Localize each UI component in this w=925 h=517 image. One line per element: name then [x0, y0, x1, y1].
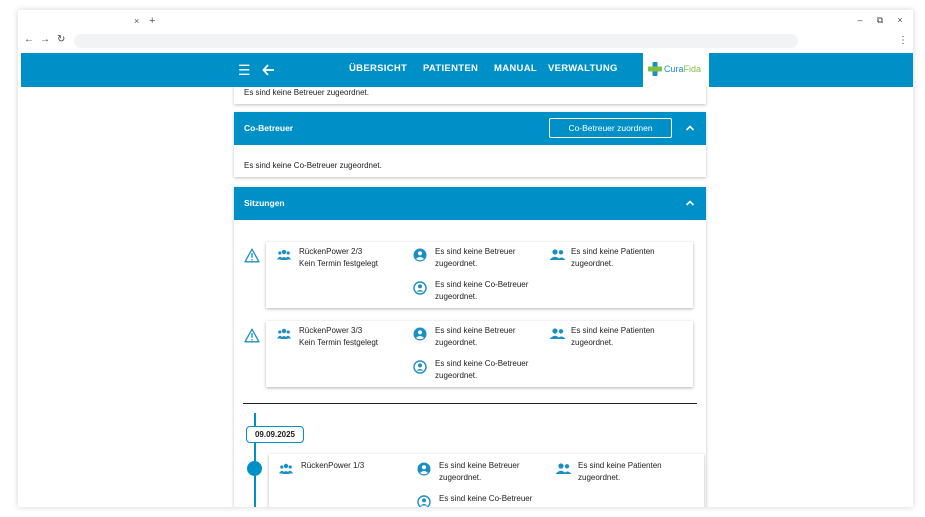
warning-icon: [244, 248, 260, 263]
betreuer-person-icon: [417, 462, 431, 476]
patients-icon: [555, 463, 572, 474]
browser-window: × + – ⧉ × ← → ↻ ⋮ ☰ ÜBERSICHT PATIENTEN …: [18, 10, 913, 507]
betreuer-text: Es sind keine Betreuer: [439, 461, 520, 470]
main-content: Es sind keine Betreuer zugeordnet. Co-Be…: [18, 87, 913, 507]
logo-text: CuraFida: [664, 64, 702, 74]
session-name: RückenPower 1/3: [301, 461, 365, 470]
url-bar[interactable]: [74, 34, 798, 48]
cobetreuer-card-title: Co-Betreuer: [244, 123, 294, 133]
back-arrow-icon[interactable]: [262, 63, 276, 77]
cobetreuer-text: Es sind keine Co-Betreuer: [435, 359, 529, 368]
nav-uebersicht[interactable]: ÜBERSICHT: [349, 63, 407, 74]
curafida-logo[interactable]: CuraFida: [643, 53, 709, 87]
cobetreuer-person-icon: [413, 360, 427, 374]
minimize-icon[interactable]: –: [854, 15, 866, 25]
session-name: RückenPower 2/3: [299, 247, 363, 256]
cobetreuer-person-icon: [417, 495, 431, 507]
betreuer-person-icon: [413, 327, 427, 341]
cobetreuer-person-icon: [413, 281, 427, 295]
hamburger-menu-icon[interactable]: ☰: [238, 61, 251, 79]
session-card[interactable]: RückenPower 3/3 Kein Termin festgelegt E…: [266, 321, 693, 387]
group-icon: [279, 463, 293, 474]
sitzungen-card-header[interactable]: Sitzungen: [234, 187, 706, 220]
browser-menu-icon[interactable]: ⋮: [898, 35, 908, 46]
timeline-date-badge: 09.09.2025: [246, 426, 304, 443]
tab-close-icon[interactable]: ×: [134, 16, 139, 26]
group-icon: [277, 328, 291, 339]
betreuer-text: Es sind keine Betreuer: [435, 326, 516, 335]
warning-icon: [244, 328, 260, 343]
nav-manual[interactable]: MANUAL: [494, 63, 537, 74]
betreuer-person-icon: [413, 248, 427, 262]
betreuer-card: Es sind keine Betreuer zugeordnet.: [234, 87, 706, 104]
patienten-text: zugeordnet.: [571, 338, 614, 347]
session-termin: Kein Termin festgelegt: [299, 259, 379, 268]
patienten-text: zugeordnet.: [578, 473, 621, 482]
cobetreuer-text: Es sind keine Co-Betreuer: [435, 280, 529, 289]
betreuer-text: zugeordnet.: [435, 338, 478, 347]
back-icon[interactable]: ←: [24, 34, 34, 45]
nav-patienten[interactable]: PATIENTEN: [423, 63, 478, 74]
cobetreuer-card-header[interactable]: Co-Betreuer Co-Betreuer zuordnen: [234, 112, 706, 145]
assign-cobetreuer-button[interactable]: Co-Betreuer zuordnen: [549, 118, 672, 138]
patienten-text: zugeordnet.: [571, 259, 614, 268]
betreuer-text: zugeordnet.: [435, 259, 478, 268]
session-termin: Kein Termin festgelegt: [299, 338, 379, 347]
betreuer-text: Es sind keine Betreuer: [435, 247, 516, 256]
cobetreuer-text: zugeordnet.: [435, 371, 478, 380]
patienten-text: Es sind keine Patienten: [578, 461, 662, 470]
reload-icon[interactable]: ↻: [57, 34, 65, 45]
new-tab-icon[interactable]: +: [149, 15, 155, 27]
cobetreuer-empty-text: Es sind keine Co-Betreuer zugeordnet.: [244, 161, 382, 170]
app-header: ☰ ÜBERSICHT PATIENTEN MANUAL VERWALTUNG …: [21, 53, 913, 87]
sitzungen-card-title: Sitzungen: [244, 198, 285, 208]
patienten-text: Es sind keine Patienten: [571, 326, 655, 335]
nav-verwaltung[interactable]: VERWALTUNG: [548, 63, 618, 74]
session-card[interactable]: RückenPower 2/3 Kein Termin festgelegt E…: [266, 242, 693, 308]
betreuer-text: zugeordnet.: [439, 473, 482, 482]
group-icon: [277, 249, 291, 260]
cobetreuer-card: Co-Betreuer Co-Betreuer zuordnen Es sind…: [234, 112, 706, 177]
betreuer-empty-text: Es sind keine Betreuer zugeordnet.: [244, 88, 369, 97]
patienten-text: Es sind keine Patienten: [571, 247, 655, 256]
restore-icon[interactable]: ⧉: [874, 15, 886, 26]
cobetreuer-text: Es sind keine Co-Betreuer: [439, 494, 533, 503]
browser-tab-strip: × + – ⧉ ×: [18, 10, 913, 32]
patients-icon: [549, 249, 566, 260]
window-close-icon[interactable]: ×: [894, 15, 906, 25]
session-card[interactable]: RückenPower 1/3 Es sind keine Betreuer z…: [269, 454, 704, 507]
section-divider: [243, 403, 697, 404]
cobetreuer-text: zugeordnet.: [435, 292, 478, 301]
chevron-up-icon[interactable]: [685, 198, 695, 208]
forward-icon[interactable]: →: [40, 34, 50, 45]
timeline-dot: [247, 461, 262, 476]
patients-icon: [549, 328, 566, 339]
logo-cross-icon: [648, 62, 662, 76]
chevron-up-icon[interactable]: [685, 123, 695, 133]
session-name: RückenPower 3/3: [299, 326, 363, 335]
browser-tab[interactable]: [30, 14, 142, 30]
